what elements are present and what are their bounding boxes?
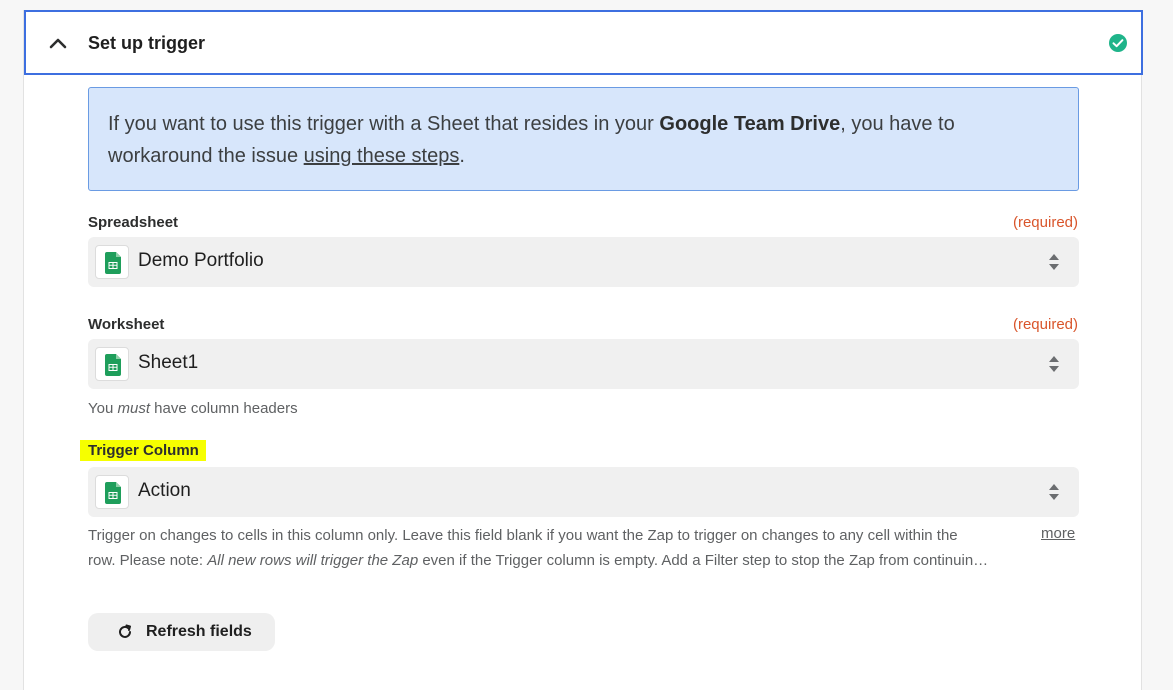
google-sheets-icon: [95, 475, 129, 509]
worksheet-required: (required): [1012, 316, 1078, 333]
trigger-column-label: Trigger Column: [80, 440, 206, 461]
spreadsheet-value: Demo Portfolio: [138, 250, 264, 271]
trigger-help-line1: Trigger on changes to cells in this colu…: [88, 527, 958, 544]
trigger-help-line2: row. Please note: All new rows will trig…: [88, 548, 1018, 573]
google-sheets-icon: [95, 245, 129, 279]
notice-bold-text: Google Team Drive: [659, 113, 841, 135]
step-header[interactable]: Set up trigger: [24, 10, 1143, 75]
sort-arrows-icon: [1049, 356, 1059, 372]
step-title: Set up trigger: [88, 33, 206, 53]
refresh-fields-button[interactable]: Refresh fields: [88, 613, 275, 651]
trigger-column-help: Trigger on changes to cells in this colu…: [88, 523, 1018, 573]
refresh-icon: [119, 624, 131, 638]
worksheet-value: Sheet1: [138, 352, 199, 373]
worksheet-help: You must have column headers: [88, 396, 298, 421]
spreadsheet-select[interactable]: Demo Portfolio: [88, 237, 1079, 287]
trigger-help-line2-after: even if the Trigger column is empty. Add…: [418, 552, 989, 569]
worksheet-label: Worksheet: [88, 316, 165, 333]
more-link[interactable]: more: [1041, 525, 1075, 542]
notice-text-before: If you want to use this trigger with a S…: [108, 113, 660, 135]
sort-arrows-icon: [1049, 484, 1059, 500]
spreadsheet-label: Spreadsheet: [88, 214, 179, 231]
chevron-up-icon[interactable]: [46, 32, 70, 56]
worksheet-help-after: have column headers: [150, 400, 298, 417]
worksheet-select[interactable]: Sheet1: [88, 339, 1079, 389]
trigger-help-line2-italic: All new rows will trigger the Zap: [207, 552, 419, 569]
check-circle-icon: [1109, 34, 1127, 52]
spreadsheet-required: (required): [1012, 214, 1078, 231]
using-these-steps-link[interactable]: using these steps: [304, 145, 460, 167]
label-highlight: Trigger Column: [80, 440, 206, 461]
worksheet-help-italic: must: [117, 400, 150, 417]
notice-text-after: .: [459, 145, 465, 167]
google-sheets-icon: [95, 347, 129, 381]
refresh-fields-label: Refresh fields: [146, 623, 252, 640]
worksheet-help-before: You: [88, 400, 118, 417]
trigger-column-select[interactable]: Action: [88, 467, 1079, 517]
sort-arrows-icon: [1049, 254, 1059, 270]
team-drive-notice: If you want to use this trigger with a S…: [88, 87, 1079, 191]
trigger-column-value: Action: [138, 480, 191, 501]
trigger-help-line2-before: row. Please note:: [88, 552, 208, 569]
trigger-setup-panel: Set up trigger If you want to use this t…: [23, 10, 1143, 690]
